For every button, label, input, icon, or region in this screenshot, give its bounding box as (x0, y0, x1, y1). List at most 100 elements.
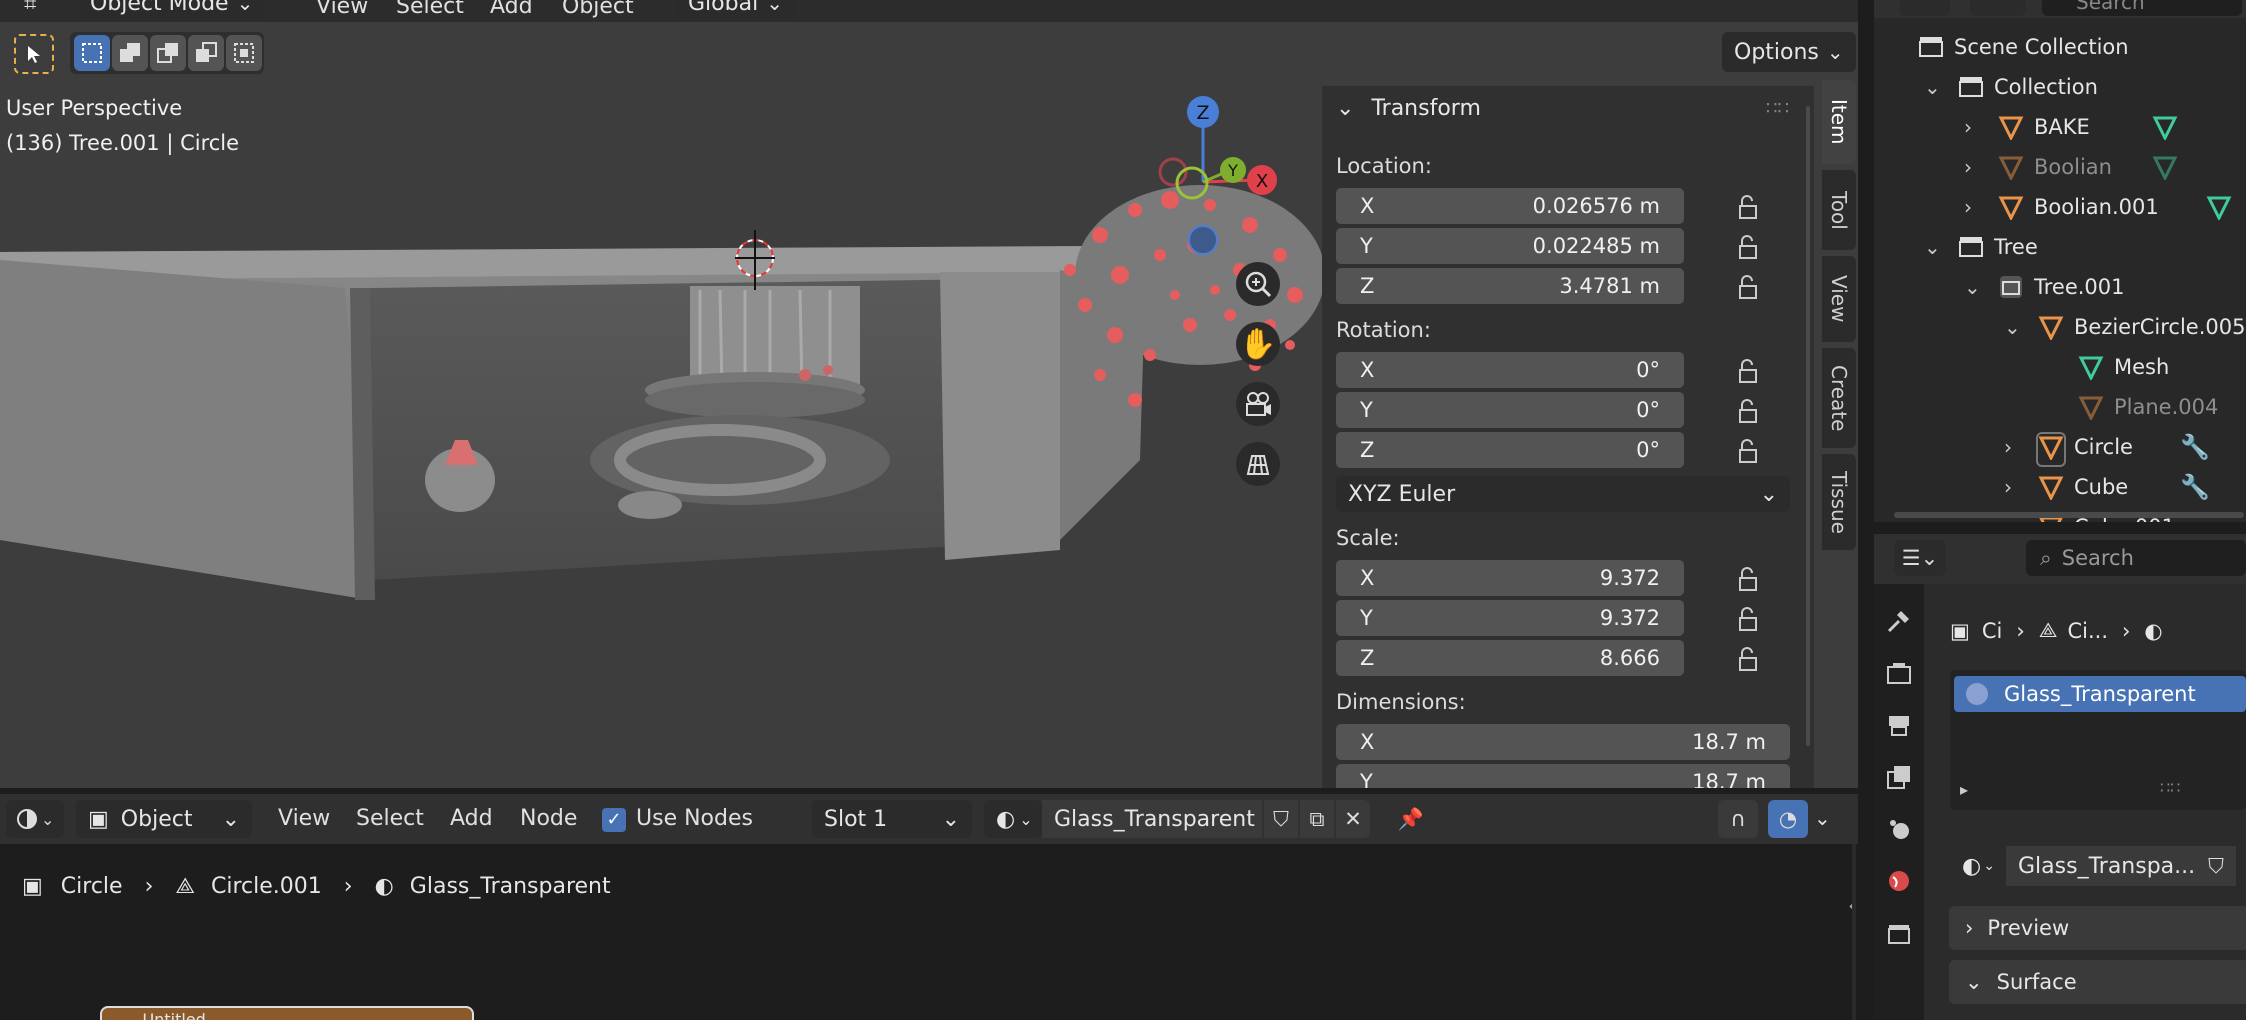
node-frame[interactable]: ⌄ Untitled (100, 1006, 474, 1020)
use-nodes-checkbox[interactable]: ✓ (602, 808, 626, 832)
properties-search-input[interactable]: ⌕ Search (2026, 540, 2246, 576)
chevron-right-icon[interactable]: › (1964, 155, 1972, 179)
tab-item[interactable]: Item (1822, 80, 1856, 164)
outliner-row[interactable]: › BAKE (1874, 107, 2246, 147)
dimensions-y-field[interactable]: Y 18.7 m (1336, 764, 1790, 788)
tab-create[interactable]: Create (1822, 348, 1856, 448)
select-box-tool-icon[interactable] (14, 34, 54, 74)
view-layer-icon[interactable] (1882, 760, 1916, 794)
slot-dropdown[interactable]: Slot 1 ⌄ (812, 800, 972, 838)
tool-settings-icon[interactable] (1882, 604, 1916, 638)
material-name-field[interactable]: Glass_Transpa... (2006, 846, 2196, 886)
play-triangle-icon[interactable]: ▸ (1960, 780, 1968, 799)
scale-y-field[interactable]: Y 9.372 (1336, 600, 1684, 636)
lock-icon[interactable] (1734, 234, 1762, 259)
lock-icon[interactable] (1734, 646, 1762, 671)
select-difference-icon[interactable] (188, 35, 224, 71)
pan-hand-icon[interactable]: ✋ (1236, 322, 1280, 366)
drag-handle-icon[interactable]: ∷∷ (1766, 98, 1789, 119)
wrench-modifier-icon[interactable]: 🔧 (2180, 473, 2210, 501)
node-canvas[interactable]: ▣ Circle › ⟁ Circle.001 › ◐ Glass_Transp… (0, 844, 1858, 1020)
select-intersect-icon[interactable] (226, 35, 262, 71)
outliner-search-input[interactable]: Search (2042, 0, 2242, 16)
material-name-field[interactable]: Glass_Transparent (1042, 800, 1262, 838)
lock-icon[interactable] (1734, 438, 1762, 463)
menu-add[interactable]: Add (450, 806, 493, 831)
mesh-data-icon[interactable] (2152, 114, 2178, 145)
rotation-y-field[interactable]: Y 0° (1336, 392, 1684, 428)
location-z-field[interactable]: Z 3.4781 m (1336, 268, 1684, 304)
outliner-row[interactable]: › Boolian (1874, 147, 2246, 187)
fake-user-shield-icon[interactable]: ⛉ (1264, 800, 1298, 838)
lock-icon[interactable] (1734, 398, 1762, 423)
outliner-row[interactable]: ⌄ Tree (1874, 227, 2246, 267)
menu-select[interactable]: Select (396, 0, 464, 19)
chevron-down-icon[interactable]: ⌄ (1814, 806, 1831, 830)
rotation-x-field[interactable]: X 0° (1336, 352, 1684, 388)
rotation-z-field[interactable]: Z 0° (1336, 432, 1684, 468)
snap-magnet-icon[interactable]: ∩ (1718, 800, 1758, 838)
zoom-icon[interactable] (1236, 262, 1280, 306)
menu-add[interactable]: Add (490, 0, 533, 19)
overlay-toggle-icon[interactable]: ◔ (1768, 800, 1808, 838)
material-slot-list[interactable]: Glass_Transparent ▸ ∷∷ (1950, 670, 2246, 810)
editor-type-icon[interactable]: ⌗ (24, 0, 36, 17)
select-extend-icon[interactable] (112, 35, 148, 71)
3d-viewport[interactable]: ⌗ Object Mode View Select Add Object Glo… (0, 0, 1858, 788)
outliner-row[interactable]: Plane.004 (1874, 387, 2246, 427)
chevron-right-icon[interactable]: › (1964, 115, 1972, 139)
lock-icon[interactable] (1734, 566, 1762, 591)
editor-type-icon[interactable]: ☰⌄ (1894, 540, 1946, 576)
lock-icon[interactable] (1734, 274, 1762, 299)
transform-panel-header[interactable]: ⌄ Transform (1336, 96, 1481, 121)
display-mode-dropdown[interactable] (1900, 0, 1950, 16)
outliner-row[interactable]: › Cube 🔧 (1874, 467, 2246, 507)
location-x-field[interactable]: X 0.026576 m (1336, 188, 1684, 224)
section-preview[interactable]: › Preview (1949, 906, 2246, 950)
select-subtract-icon[interactable] (150, 35, 186, 71)
mesh-data-icon[interactable] (2152, 154, 2178, 185)
material-browse-icon[interactable]: ◐ ⌄ (1950, 846, 2006, 886)
menu-view[interactable]: View (278, 806, 330, 831)
mode-dropdown[interactable]: Object Mode (78, 0, 266, 18)
collection-icon[interactable] (1882, 916, 1916, 950)
menu-node[interactable]: Node (520, 806, 577, 831)
pin-icon[interactable]: 📌 (1394, 802, 1428, 836)
chevron-down-icon[interactable]: ⌄ (2004, 315, 2021, 339)
chevron-down-icon[interactable]: ⌄ (1924, 235, 1941, 259)
outliner-row[interactable]: › Boolian.001 (1874, 187, 2246, 227)
section-surface[interactable]: ⌄ Surface (1949, 960, 2246, 1004)
dimensions-x-field[interactable]: X 18.7 m (1336, 724, 1790, 760)
transform-orientation-dropdown[interactable]: Global (676, 0, 795, 18)
render-icon[interactable] (1882, 656, 1916, 690)
output-icon[interactable] (1882, 708, 1916, 742)
outliner-row[interactable]: ⌄ BezierCircle.005 (1874, 307, 2246, 347)
unlink-material-icon[interactable]: ✕ (1336, 800, 1370, 838)
scene-icon[interactable] (1882, 812, 1916, 846)
tab-tool[interactable]: Tool (1822, 170, 1856, 250)
fake-user-shield-icon[interactable]: ⛉ (2196, 846, 2236, 886)
mesh-data-icon[interactable] (2206, 194, 2232, 225)
outliner-row[interactable]: ⌄ Tree.001 (1874, 267, 2246, 307)
material-browse-icon[interactable]: ◐ ⌄ (984, 800, 1042, 838)
filter-dropdown[interactable] (1970, 0, 2026, 16)
shader-type-dropdown[interactable]: ▣ Object ⌄ (76, 800, 252, 838)
duplicate-material-icon[interactable]: ⧉ (1300, 800, 1334, 838)
orthographic-grid-icon[interactable] (1236, 442, 1280, 486)
outliner-row[interactable]: Scene Collection (1874, 27, 2246, 67)
location-y-field[interactable]: Y 0.022485 m (1336, 228, 1684, 264)
camera-view-icon[interactable] (1236, 382, 1280, 426)
world-icon[interactable] (1882, 864, 1916, 898)
rotation-mode-dropdown[interactable]: XYZ Euler ⌄ (1336, 476, 1790, 512)
resize-handle-icon[interactable]: ∷∷ (2160, 778, 2180, 797)
wrench-modifier-icon[interactable]: 🔧 (2180, 433, 2210, 461)
chevron-down-icon[interactable]: ⌄ (1924, 75, 1941, 99)
npanel-scrollbar[interactable] (1806, 106, 1810, 746)
select-new-icon[interactable] (74, 35, 110, 71)
outliner-row[interactable]: ⌄ Collection (1874, 67, 2246, 107)
menu-select[interactable]: Select (356, 806, 424, 831)
lock-icon[interactable] (1734, 358, 1762, 383)
tab-view[interactable]: View (1822, 256, 1856, 342)
chevron-down-icon[interactable]: ⌄ (1964, 275, 1981, 299)
tab-tissue[interactable]: Tissue (1822, 454, 1856, 550)
